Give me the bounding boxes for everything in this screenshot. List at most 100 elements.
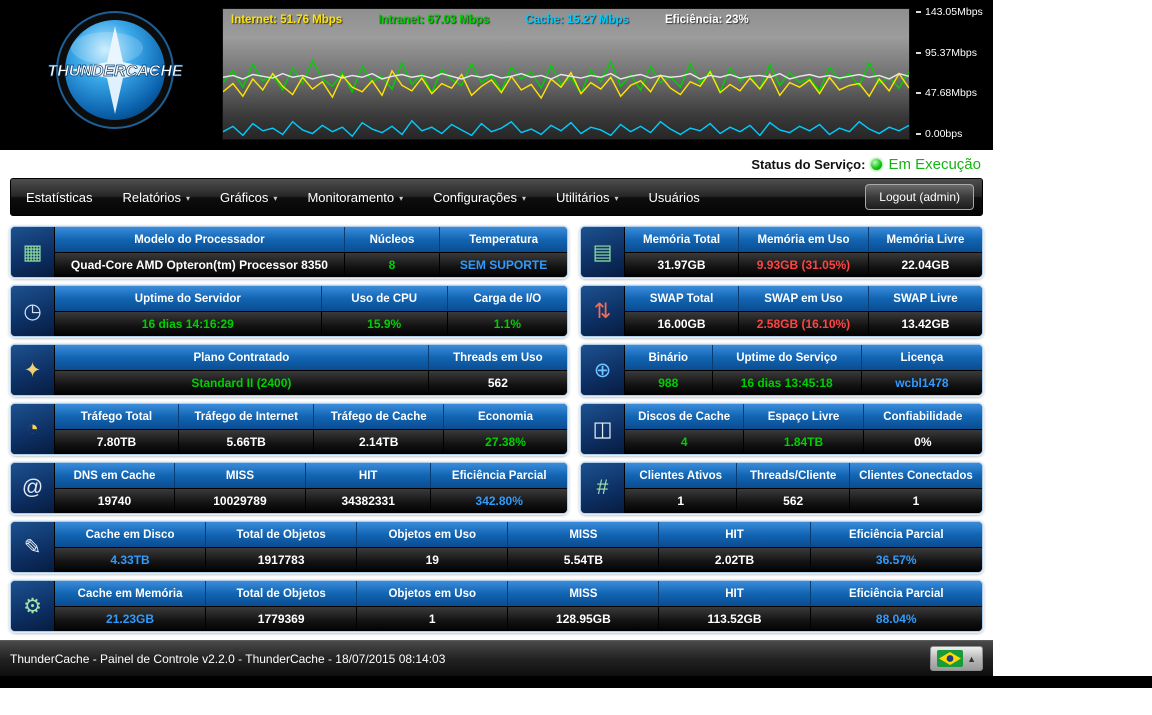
logout-button[interactable]: Logout (admin)	[865, 184, 974, 210]
panel-header-row: SWAP Total SWAP em Uso SWAP Livre	[625, 286, 982, 311]
panel-traffic: ◔ Tráfego Total Tráfego de Internet Tráfego…	[10, 403, 568, 455]
disk-icon: ◫	[581, 404, 625, 454]
panel-header-row: Clientes Ativos Threads/Cliente Clientes C…	[625, 463, 982, 488]
column-header: Modelo do Processador	[55, 227, 345, 252]
cell-value: Quad-Core AMD Opteron(tm) Processor 8350	[55, 252, 345, 277]
nav-items: Estatísticas Relatórios ▾ Gráficos ▾ Monitora…	[11, 179, 715, 215]
cell-value: 88.04%	[810, 606, 982, 631]
column-header: Temperatura	[440, 227, 567, 252]
panel-header-row: Uptime do Servidor Uso de CPU Carga de I/O	[55, 286, 567, 311]
panel-header-row: Binário Uptime do Serviço Licença	[625, 345, 982, 370]
column-header: Uso de CPU	[321, 286, 448, 311]
legend-internet: Internet: 51.76 Mbps	[231, 14, 343, 26]
icon-glyph: ⇅	[593, 299, 612, 323]
icon-glyph: ⚙	[23, 594, 42, 618]
nav-item-usuarios[interactable]: Usuários	[634, 179, 715, 215]
cell-value: 2.02TB	[659, 547, 811, 572]
column-header: Threads/Cliente	[737, 463, 850, 488]
cell-value: 27.38%	[444, 429, 567, 454]
cell-value: 1.1%	[447, 311, 567, 336]
cell-value: 1	[625, 488, 738, 513]
cell-value: 19740	[55, 488, 175, 513]
column-header: Threads em Uso	[428, 345, 567, 370]
icon-glyph: ✎	[23, 535, 42, 559]
icon-glyph: ⊕	[593, 358, 612, 382]
panel-value-row: 21.23GB 1779369 1 128.95GB 113.52GB 88.04%	[55, 606, 982, 631]
column-header: HIT	[659, 522, 811, 547]
panel-value-row: 4 1.84TB 0%	[625, 429, 982, 454]
chevron-down-icon: ▾	[614, 193, 619, 203]
cell-value: 1	[849, 488, 982, 513]
cell-value: 4	[625, 429, 745, 454]
column-header: Cache em Memória	[55, 581, 207, 606]
chevron-down-icon: ▾	[186, 193, 191, 203]
cell-value: 7.80TB	[55, 429, 179, 454]
column-header: Total de Objetos	[206, 522, 358, 547]
icon-glyph: ✦	[23, 358, 42, 382]
nav-item-configuracoes[interactable]: Configurações ▾	[418, 179, 541, 215]
nav-item-graficos[interactable]: Gráficos ▾	[205, 179, 292, 215]
panel-memory: ▤ Memória Total Memória em Uso Memória Livr…	[580, 226, 983, 278]
panel-header-row: DNS em Cache MISS HIT Eficiência Parcial	[55, 463, 567, 488]
swap-arrows-icon: ⇅	[581, 286, 625, 336]
column-header: MISS	[508, 581, 660, 606]
series-eficiencia	[223, 72, 909, 80]
globe-icon: ⊕	[581, 345, 625, 395]
thundercache-logo: THUNDERCACHE	[47, 11, 184, 129]
thundercache-app: THUNDERCACHE Internet: 51.76 Mbps Intran…	[0, 0, 993, 676]
nav-item-monitoramento[interactable]: Monitoramento ▾	[292, 179, 418, 215]
nav-item-utilitarios[interactable]: Utilitários ▾	[541, 179, 633, 215]
panel-cache-disks: ◫ Discos de Cache Espaço Livre Confiabilida…	[580, 403, 983, 455]
y-axis-label: 47.68Mbps	[916, 87, 991, 99]
panel-header-row: Memória Total Memória em Uso Memória Livre	[625, 227, 982, 252]
monitor-clock-icon: ◷	[11, 286, 55, 336]
nav-item-estatisticas[interactable]: Estatísticas	[11, 179, 107, 215]
nav-item-label: Configurações	[433, 189, 517, 205]
cell-value: 562	[737, 488, 850, 513]
y-axis-label: 95.37Mbps	[916, 47, 991, 59]
cell-value: 5.66TB	[178, 429, 315, 454]
chevron-down-icon: ▾	[399, 193, 404, 203]
column-header: Economia	[444, 404, 567, 429]
pie-chart-icon: ◔	[11, 404, 55, 454]
panel-header-row: Tráfego Total Tráfego de Internet Tráfego …	[55, 404, 567, 429]
cell-value: 36.57%	[810, 547, 982, 572]
column-header: Clientes Conectados	[849, 463, 982, 488]
panel-header-row: Modelo do Processador Núcleos Temperatura	[55, 227, 567, 252]
column-header: Binário	[625, 345, 713, 370]
column-header: Cache em Disco	[55, 522, 207, 547]
cell-value: 16 dias 14:16:29	[55, 311, 322, 336]
column-header: HIT	[659, 581, 811, 606]
panel-header-row: Discos de Cache Espaço Livre Confiabilidad…	[625, 404, 982, 429]
chevron-down-icon: ▾	[273, 193, 278, 203]
cell-value: 31.97GB	[625, 252, 740, 277]
series-cache	[223, 119, 909, 138]
cell-value: 2.14TB	[314, 429, 445, 454]
nav-item-label: Usuários	[648, 189, 700, 205]
traffic-graph: Internet: 51.76 Mbps Intranet: 67.03 Mbp…	[222, 8, 910, 140]
column-header: Tráfego de Internet	[178, 404, 315, 429]
service-status-bar: Status do Serviço: Em Execução	[0, 150, 993, 178]
handshake-icon: ✦	[11, 345, 55, 395]
panel-header-row: Plano Contratado Threads em Uso	[55, 345, 567, 370]
column-header: Tráfego Total	[55, 404, 179, 429]
chevron-up-icon: ▲	[967, 653, 976, 664]
panel-plan: ✦ Plano Contratado Threads em Uso Standard …	[10, 344, 568, 396]
language-button[interactable]: ▲	[930, 646, 983, 671]
cell-value: 13.42GB	[868, 311, 982, 336]
panel-disk-cache: ✎ Cache em Disco Total de Objetos Objetos e…	[10, 521, 983, 573]
panel-value-row: 16.00GB 2.58GB (16.10%) 13.42GB	[625, 311, 982, 336]
cell-value: 1	[357, 606, 509, 631]
panel-value-row: Standard II (2400) 562	[55, 370, 567, 395]
cell-value: 4.33TB	[55, 547, 207, 572]
cell-value: 1779369	[206, 606, 358, 631]
nav-item-relatorios[interactable]: Relatórios ▾	[107, 179, 205, 215]
panel-clients: # Clientes Ativos Threads/Cliente Clientes …	[580, 462, 983, 514]
column-header: Confiabilidade	[863, 404, 982, 429]
panel-value-row: 7.80TB 5.66TB 2.14TB 27.38%	[55, 429, 567, 454]
nav-item-label: Relatórios	[122, 189, 181, 205]
status-label: Status do Serviço:	[751, 156, 866, 172]
graph-legend: Internet: 51.76 Mbps Intranet: 67.03 Mbp…	[223, 9, 909, 31]
icon-glyph: ▤	[592, 240, 613, 264]
bottom-strip	[0, 676, 1152, 688]
